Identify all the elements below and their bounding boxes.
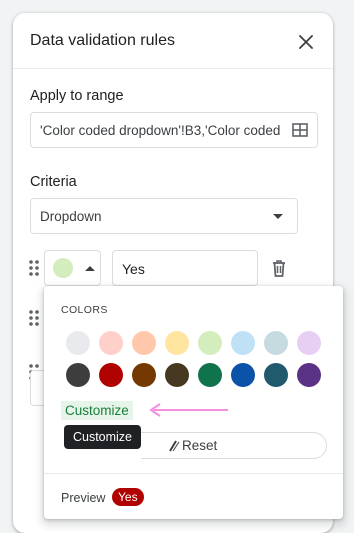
panel-title: Data validation rules <box>30 32 175 49</box>
apply-to-range-label: Apply to range <box>30 88 124 104</box>
color-swatch[interactable] <box>264 363 288 387</box>
dropdown-item-value: Yes <box>122 261 145 277</box>
item-color-dot <box>53 258 73 278</box>
color-swatch[interactable] <box>297 331 321 355</box>
dropdown-caret-icon <box>273 214 283 219</box>
criteria-label: Criteria <box>30 174 77 190</box>
customize-tooltip: Customize <box>64 425 141 449</box>
drag-handle-icon[interactable] <box>28 259 40 277</box>
color-swatch[interactable] <box>297 363 321 387</box>
color-swatch[interactable] <box>99 363 123 387</box>
header-divider <box>13 68 333 69</box>
color-swatch[interactable] <box>231 363 255 387</box>
color-swatch[interactable] <box>66 331 90 355</box>
close-icon <box>299 35 313 49</box>
select-range-button[interactable] <box>283 113 317 147</box>
drag-handle-icon[interactable] <box>28 309 40 327</box>
criteria-select[interactable]: Dropdown <box>30 198 298 234</box>
close-button[interactable] <box>295 31 317 53</box>
customize-link[interactable]: Customize <box>61 401 133 420</box>
color-swatch[interactable] <box>231 331 255 355</box>
criteria-value: Dropdown <box>40 209 102 224</box>
color-swatch[interactable] <box>198 331 222 355</box>
color-swatch[interactable] <box>165 331 189 355</box>
item-color-button[interactable] <box>44 250 101 286</box>
caret-up-icon <box>85 266 95 271</box>
annotation-arrow-icon <box>149 403 228 417</box>
reset-button[interactable]: Reset <box>141 432 327 459</box>
color-swatch[interactable] <box>264 331 288 355</box>
popup-divider <box>44 473 343 474</box>
format-clear-icon <box>169 439 180 452</box>
colors-heading: COLORS <box>61 304 108 316</box>
range-value: 'Color coded dropdown'!B3,'Color coded d… <box>40 123 280 138</box>
panel-header: Data validation rules <box>13 13 333 69</box>
color-picker-popup: COLORS Customize Reset Customize Preview… <box>44 286 343 519</box>
color-swatch[interactable] <box>99 331 123 355</box>
color-swatch[interactable] <box>132 363 156 387</box>
color-swatch[interactable] <box>132 331 156 355</box>
reset-label: Reset <box>182 438 218 453</box>
color-swatch[interactable] <box>165 363 189 387</box>
dropdown-item-input[interactable]: Yes <box>112 250 258 286</box>
grid-select-icon <box>292 123 308 137</box>
preview-chip: Yes <box>112 488 144 506</box>
range-input[interactable]: 'Color coded dropdown'!B3,'Color coded d… <box>30 112 318 148</box>
preview-label: Preview <box>61 491 106 505</box>
trash-icon[interactable] <box>269 258 289 278</box>
color-swatch[interactable] <box>198 363 222 387</box>
color-swatch[interactable] <box>66 363 90 387</box>
